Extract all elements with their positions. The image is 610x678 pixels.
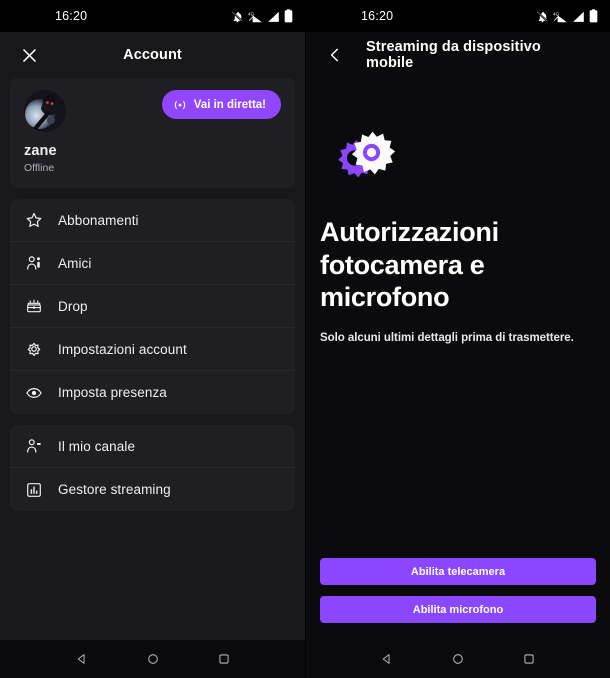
notifications-off-icon <box>231 10 244 23</box>
menu-item-impostazioni-account[interactable]: Impostazioni account <box>10 328 295 371</box>
star-icon <box>24 210 44 230</box>
status-bar-right: 16:20 4G <box>306 0 610 32</box>
enable-camera-button[interactable]: Abilita telecamera <box>320 558 596 585</box>
friends-icon <box>24 253 44 273</box>
go-live-label: Vai in diretta! <box>193 98 266 111</box>
eye-icon <box>24 383 44 403</box>
drop-chest-icon <box>24 296 44 316</box>
menu-group-primary: Abbonamenti Amici Drop Impostazioni acco… <box>10 199 295 414</box>
dual-screenshot-container: 16:20 4G Account Vai in diretta! zane Of… <box>0 0 610 678</box>
go-live-button[interactable]: Vai in diretta! <box>161 90 281 119</box>
notifications-off-icon <box>536 10 549 23</box>
user-avatar[interactable] <box>24 90 66 132</box>
page-title: Streaming da dispositivo mobile <box>366 39 541 71</box>
menu-item-il-mio-canale[interactable]: Il mio canale <box>10 425 295 468</box>
menu-item-amici[interactable]: Amici <box>10 242 295 285</box>
permissions-body: Autorizzazioni fotocamera e microfono So… <box>306 78 610 640</box>
menu-item-label: Amici <box>58 255 92 271</box>
menu-item-label: Il mio canale <box>58 438 136 454</box>
permissions-actions: Abilita telecamera Abilita microfono <box>320 558 596 640</box>
menu-item-label: Impostazioni account <box>58 341 187 357</box>
status-icons-right: 4G <box>536 9 598 23</box>
recents-square-icon[interactable] <box>217 652 231 666</box>
menu-item-imposta-presenza[interactable]: Imposta presenza <box>10 371 295 414</box>
gear-icon <box>24 339 44 359</box>
right-app-bar: Streaming da dispositivo mobile <box>306 32 610 78</box>
menu-item-abbonamenti[interactable]: Abbonamenti <box>10 199 295 242</box>
dual-gears-icon <box>324 128 596 194</box>
menu-item-drop[interactable]: Drop <box>10 285 295 328</box>
back-triangle-icon[interactable] <box>380 652 394 666</box>
status-icons-left: 4G <box>231 9 293 23</box>
profile-card: Vai in diretta! zane Offline <box>10 78 295 188</box>
signal-icon <box>267 10 280 23</box>
right-phone-screen: 16:20 4G Streaming da dispositivo mobile… <box>305 0 610 678</box>
menu-item-label: Drop <box>58 298 88 314</box>
svg-text:4G: 4G <box>553 11 560 16</box>
back-triangle-icon[interactable] <box>75 652 89 666</box>
status-time: 16:20 <box>55 9 88 23</box>
menu-item-gestore-streaming[interactable]: Gestore streaming <box>10 468 295 511</box>
status-time: 16:20 <box>361 9 394 23</box>
svg-text:4G: 4G <box>248 11 255 16</box>
stream-chart-icon <box>24 480 44 500</box>
menu-group-secondary: Il mio canale Gestore streaming <box>10 425 295 511</box>
recents-square-icon[interactable] <box>522 652 536 666</box>
android-nav-bar-left <box>0 640 305 678</box>
page-title: Account <box>123 47 182 63</box>
permissions-subtitle: Solo alcuni ultimi dettagli prima di tra… <box>320 331 574 344</box>
battery-icon <box>589 9 598 23</box>
home-circle-icon[interactable] <box>451 652 465 666</box>
my-channel-icon <box>24 436 44 456</box>
profile-top-row: Vai in diretta! <box>24 90 281 132</box>
profile-username: zane <box>24 143 57 159</box>
signal-icon <box>572 10 585 23</box>
menu-item-label: Abbonamenti <box>58 212 139 228</box>
enable-microphone-button[interactable]: Abilita microfono <box>320 596 596 623</box>
broadcast-icon <box>173 99 187 111</box>
mobile-data-4g-icon: 4G <box>248 10 263 23</box>
left-app-bar: Account <box>0 32 305 78</box>
close-icon[interactable] <box>18 44 40 66</box>
mobile-data-4g-icon: 4G <box>553 10 568 23</box>
permissions-title: Autorizzazioni fotocamera e microfono <box>320 217 499 313</box>
menu-item-label: Imposta presenza <box>58 385 167 400</box>
status-bar-left: 16:20 4G <box>0 0 305 32</box>
menu-item-label: Gestore streaming <box>58 482 171 497</box>
left-phone-screen: 16:20 4G Account Vai in diretta! zane Of… <box>0 0 305 678</box>
home-circle-icon[interactable] <box>146 652 160 666</box>
profile-status: Offline <box>24 162 55 174</box>
battery-icon <box>284 9 293 23</box>
android-nav-bar-right <box>306 640 610 678</box>
account-menu-body: Vai in diretta! zane Offline Abbonamenti <box>0 78 305 640</box>
back-arrow-icon[interactable] <box>324 44 346 66</box>
